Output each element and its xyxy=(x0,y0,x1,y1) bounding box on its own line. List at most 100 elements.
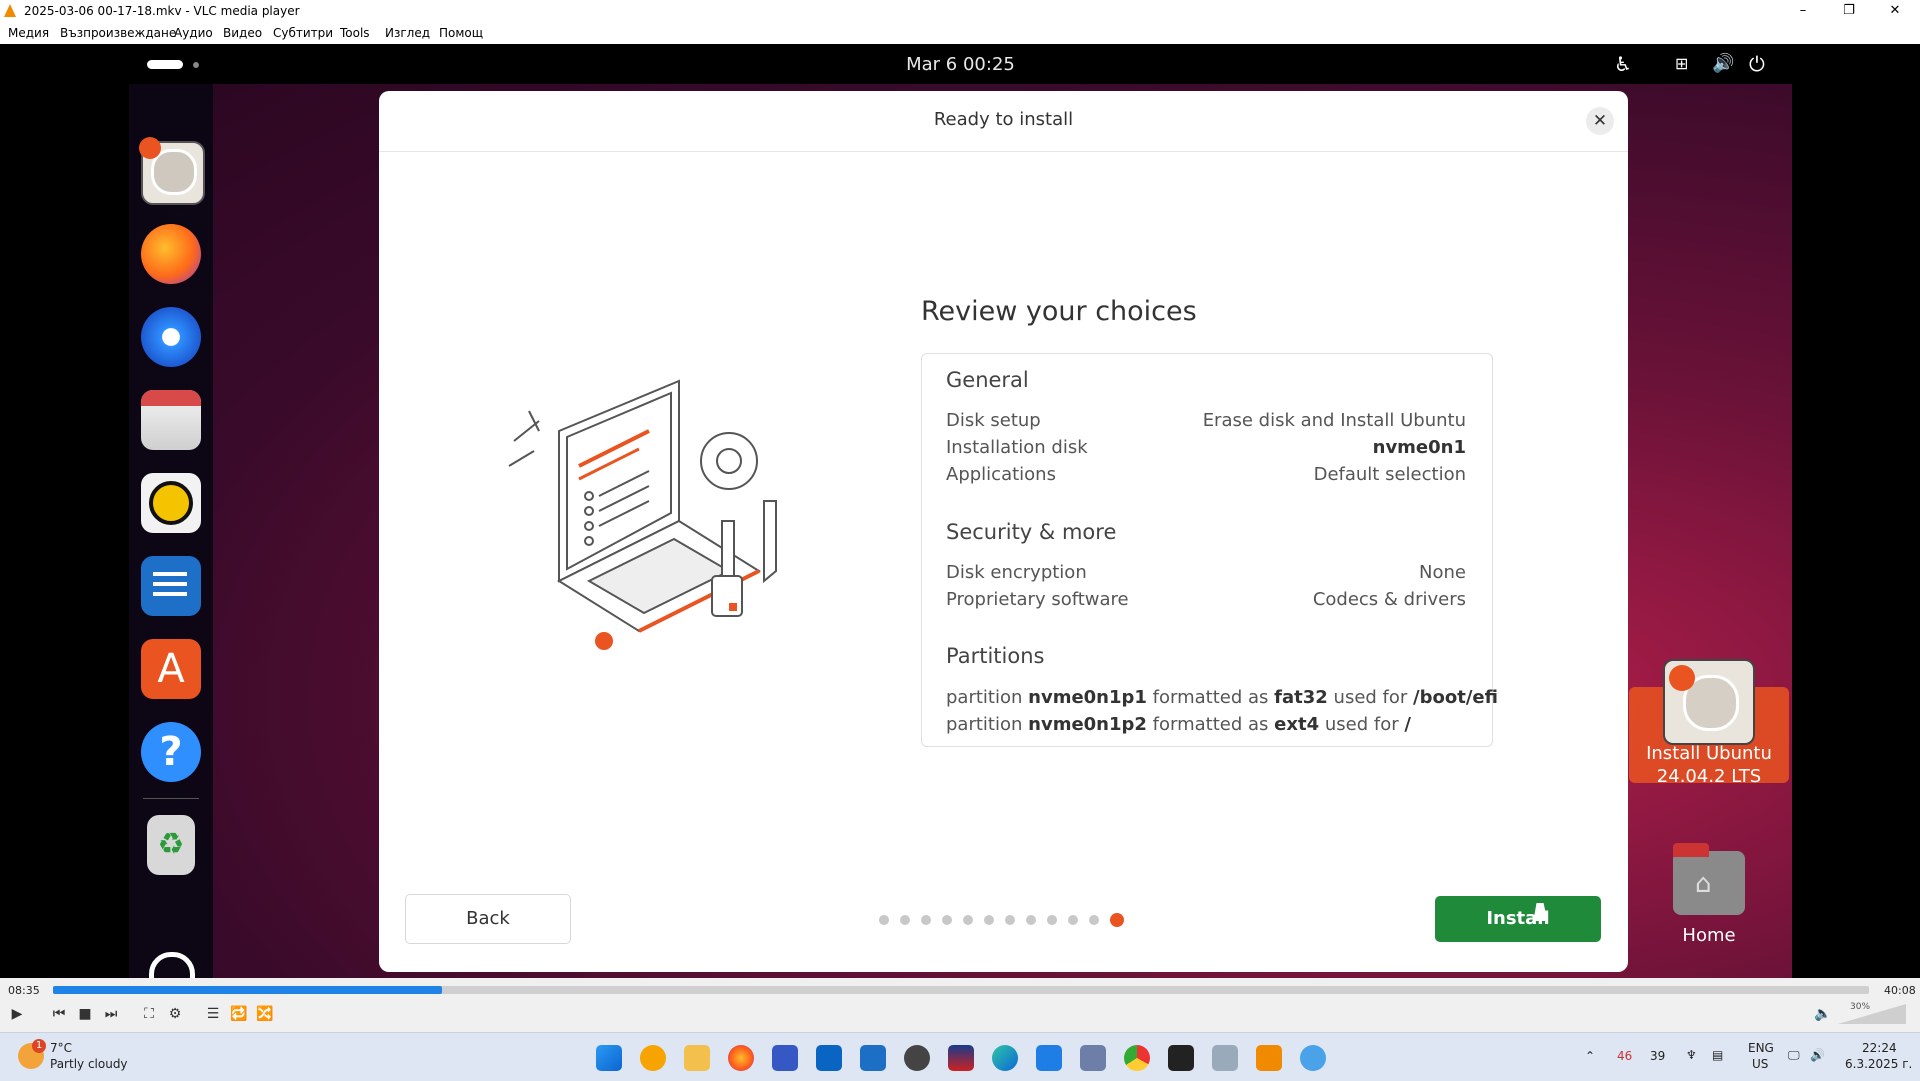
ubuntu-top-bar: Mar 6 00:25 ♿ ⊞ 🔊 ⏻ xyxy=(129,44,1792,84)
app-center-icon[interactable]: A xyxy=(141,639,201,699)
menu-playback[interactable]: Възпроизвеждане xyxy=(60,26,176,40)
menu-tools[interactable]: Tools xyxy=(340,26,370,40)
app-icon[interactable] xyxy=(904,1045,930,1071)
step-dot xyxy=(879,915,889,925)
tray-counter[interactable]: 46 xyxy=(1617,1049,1632,1063)
used-for-word: used for xyxy=(1324,714,1399,735)
shuffle-icon[interactable]: 🔀 xyxy=(254,1005,276,1023)
partition-word: partition xyxy=(946,714,1023,735)
files-icon[interactable] xyxy=(141,390,201,450)
app-icon[interactable] xyxy=(1036,1045,1062,1071)
menu-audio[interactable]: Аудио xyxy=(174,26,213,40)
partition-filesystem: ext4 xyxy=(1274,714,1320,735)
app-icon[interactable] xyxy=(1080,1045,1106,1071)
step-dot xyxy=(984,915,994,925)
minimize-button[interactable]: – xyxy=(1780,0,1826,22)
speaker-tray-icon[interactable]: 🔊 xyxy=(1810,1048,1825,1062)
close-window-button[interactable]: ✕ xyxy=(1872,0,1918,22)
vlc-taskbar-icon[interactable] xyxy=(1256,1045,1282,1071)
app-icon[interactable] xyxy=(640,1045,666,1071)
applications-row: Applications Default selection xyxy=(946,464,1466,488)
menu-help[interactable]: Помощ xyxy=(439,26,483,40)
uk-flag-icon[interactable] xyxy=(948,1045,974,1071)
accessibility-icon[interactable]: ♿ xyxy=(1614,52,1632,76)
home-folder-icon: ⌂ xyxy=(1673,843,1745,915)
language-code[interactable]: ENG xyxy=(1748,1041,1774,1055)
dialog-header: Ready to install ✕ xyxy=(379,91,1628,152)
volume-slider[interactable]: 30% xyxy=(1838,1002,1906,1024)
menu-subtitles[interactable]: Субтитри xyxy=(273,26,333,40)
step-dot xyxy=(1089,915,1099,925)
desktop-install-ubuntu[interactable]: Install Ubuntu 24.04.2 LTS xyxy=(1629,659,1789,787)
elapsed-time[interactable]: 08:35 xyxy=(8,984,40,997)
step-dot xyxy=(942,915,952,925)
dialog-title: Ready to install xyxy=(933,109,1074,130)
stop-icon[interactable]: ■ xyxy=(74,1005,96,1023)
partition-word: partition xyxy=(946,687,1023,708)
installer-dialog: Ready to install ✕ Review your choices G… xyxy=(379,91,1628,972)
row-value: Erase disk and Install Ubuntu xyxy=(1202,410,1466,431)
show-apps-icon[interactable] xyxy=(141,944,201,978)
row-label: Applications xyxy=(946,464,1056,485)
chrome-icon[interactable] xyxy=(1124,1045,1150,1071)
tray-counter[interactable]: 39 xyxy=(1650,1049,1665,1063)
used-for-word: used for xyxy=(1333,687,1408,708)
tray-chevron-icon[interactable]: ⌃ xyxy=(1585,1049,1595,1063)
network-icon[interactable]: ⊞ xyxy=(1675,54,1688,73)
menu-view[interactable]: Изглед xyxy=(385,26,430,40)
writer-icon[interactable] xyxy=(141,556,201,616)
step-dot xyxy=(963,915,973,925)
close-dialog-button[interactable]: ✕ xyxy=(1586,107,1614,135)
installer-icon[interactable] xyxy=(139,137,205,205)
app-icon[interactable] xyxy=(1300,1045,1326,1071)
clock[interactable]: Mar 6 00:25 xyxy=(129,54,1792,75)
menu-video[interactable]: Видео xyxy=(223,26,262,40)
app-icon[interactable] xyxy=(1168,1045,1194,1071)
mute-icon[interactable]: 🔈 xyxy=(1812,1005,1834,1023)
weather-desc[interactable]: Partly cloudy xyxy=(50,1057,128,1071)
total-time[interactable]: 40:08 xyxy=(1884,984,1916,997)
power-icon[interactable]: ⏻ xyxy=(1749,52,1765,76)
previous-icon[interactable]: ⏮ xyxy=(48,1005,70,1023)
taskbar-time[interactable]: 22:24 xyxy=(1862,1041,1897,1055)
partition-filesystem: fat32 xyxy=(1274,687,1328,708)
play-icon[interactable]: ▶ xyxy=(6,1005,28,1023)
menu-media[interactable]: Медия xyxy=(8,26,49,40)
network-tray-icon[interactable]: 🖵 xyxy=(1788,1048,1800,1063)
weather-temp[interactable]: 7°C xyxy=(50,1041,72,1055)
partitions-title: Partitions xyxy=(946,644,1045,668)
row-label: Proprietary software xyxy=(946,589,1129,610)
next-icon[interactable]: ⏭ xyxy=(100,1005,122,1023)
app-icon[interactable] xyxy=(860,1045,886,1071)
tray-app-icon[interactable]: ♆ xyxy=(1686,1048,1697,1062)
tray-app-icon[interactable]: ▤ xyxy=(1712,1048,1723,1062)
taskbar-date[interactable]: 6.3.2025 г. xyxy=(1845,1057,1912,1071)
trash-icon[interactable]: ♻ xyxy=(147,815,195,875)
file-explorer-icon[interactable] xyxy=(684,1045,710,1071)
loop-icon[interactable]: 🔁 xyxy=(228,1005,250,1023)
disk-encryption-row: Disk encryption None xyxy=(946,562,1466,586)
firefox-taskbar-icon[interactable] xyxy=(728,1045,754,1071)
edge-icon[interactable] xyxy=(992,1045,1018,1071)
language-region[interactable]: US xyxy=(1752,1057,1768,1071)
maximize-button[interactable]: ❐ xyxy=(1826,0,1872,22)
start-icon[interactable] xyxy=(596,1045,622,1071)
back-button[interactable]: Back xyxy=(405,894,571,944)
rhythmbox-icon[interactable] xyxy=(141,473,201,533)
install-button[interactable]: Install xyxy=(1435,896,1601,942)
firefox-icon[interactable] xyxy=(141,224,201,284)
volume-icon[interactable]: 🔊 xyxy=(1712,53,1734,74)
partition-mount: /boot/efi xyxy=(1413,687,1498,708)
desktop-home[interactable]: ⌂ Home xyxy=(1629,843,1789,951)
disk-setup-row: Disk setup Erase disk and Install Ubuntu xyxy=(946,410,1466,434)
thunderbird-icon[interactable] xyxy=(141,307,201,367)
video-area[interactable]: Mar 6 00:25 ♿ ⊞ 🔊 ⏻ A ? ♻ Ready to insta… xyxy=(129,44,1792,978)
help-icon[interactable]: ? xyxy=(141,722,201,782)
fullscreen-icon[interactable]: ⛶ xyxy=(138,1005,160,1023)
app-icon[interactable] xyxy=(1212,1045,1238,1071)
extended-settings-icon[interactable]: ⚙ xyxy=(164,1005,186,1023)
outlook-icon[interactable] xyxy=(816,1045,842,1071)
seek-bar[interactable] xyxy=(53,986,1869,994)
playlist-icon[interactable]: ☰ xyxy=(202,1005,224,1023)
app-icon[interactable] xyxy=(772,1045,798,1071)
